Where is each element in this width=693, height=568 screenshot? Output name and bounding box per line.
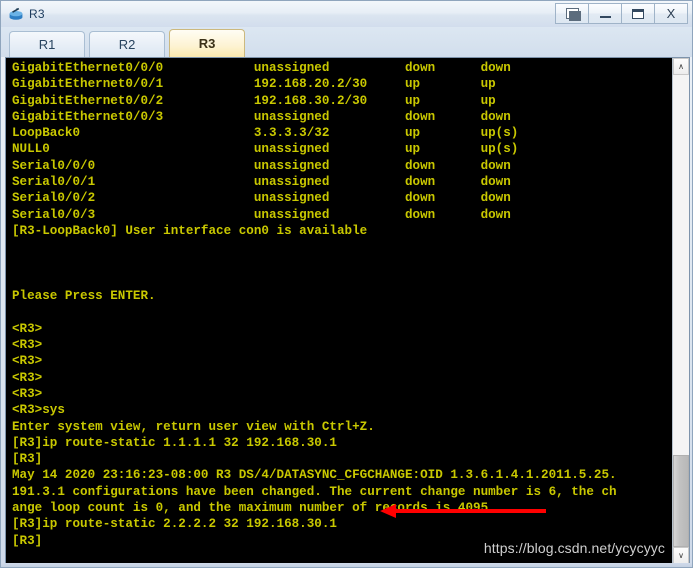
window-controls: X	[555, 3, 688, 24]
terminal-line: <R3>	[12, 354, 43, 369]
terminal-line: Serial0/0/2 unassigned down down	[12, 191, 511, 206]
tab-r3-label: R3	[198, 36, 216, 51]
window-bottom-edge	[1, 563, 692, 567]
tab-r2-label: R2	[118, 37, 136, 52]
emulator-window: R3 X R1 R2 R3 GigabitEthernet0/0/0 unass…	[0, 0, 693, 568]
tab-r1-label: R1	[38, 37, 56, 52]
watermark: https://blog.csdn.net/ycycyyc	[483, 540, 665, 556]
terminal-line: ange loop count is 0, and the maximum nu…	[12, 501, 496, 516]
terminal-line: <R3>	[12, 386, 43, 401]
terminal-line: Enter system view, return user view with…	[12, 419, 375, 434]
maximize-button[interactable]	[621, 3, 655, 24]
terminal-line: GigabitEthernet0/0/3 unassigned down dow…	[12, 109, 511, 124]
terminal-line: [R3]	[12, 452, 43, 467]
terminal-line: [R3]ip route-static 2.2.2.2 32 192.168.3…	[12, 517, 337, 532]
scroll-up-button[interactable]: ∧	[673, 58, 689, 75]
terminal-line: Serial0/0/0 unassigned down down	[12, 158, 511, 173]
restore-button[interactable]	[555, 3, 589, 24]
terminal-scrollbar[interactable]: ∧ ∨	[672, 58, 689, 564]
terminal-line: GigabitEthernet0/0/2 192.168.30.2/30 up …	[12, 93, 496, 108]
terminal-panel: GigabitEthernet0/0/0 unassigned down dow…	[5, 57, 690, 565]
terminal-line: GigabitEthernet0/0/0 unassigned down dow…	[12, 61, 511, 75]
terminal-line: Please Press ENTER.	[12, 289, 156, 304]
title-bar: R3 X	[1, 1, 692, 27]
terminal-line: NULL0 unassigned up up(s)	[12, 142, 519, 157]
minimize-icon	[599, 16, 611, 18]
maximize-icon	[632, 8, 644, 19]
close-button[interactable]: X	[654, 3, 688, 24]
tab-r1[interactable]: R1	[9, 31, 85, 57]
minimize-button[interactable]	[588, 3, 622, 24]
tab-strip: R1 R2 R3	[1, 27, 692, 57]
terminal-line: May 14 2020 23:16:23-08:00 R3 DS/4/DATAS…	[12, 468, 617, 483]
chevron-down-icon: ∨	[678, 551, 684, 560]
scrollbar-thumb[interactable]	[673, 455, 689, 547]
close-icon: X	[666, 6, 676, 21]
terminal-output[interactable]: GigabitEthernet0/0/0 unassigned down dow…	[6, 58, 673, 564]
terminal-line: [R3]ip route-static 1.1.1.1 32 192.168.3…	[12, 435, 337, 450]
terminal-line: Serial0/0/1 unassigned down down	[12, 175, 511, 190]
terminal-line: <R3>	[12, 338, 43, 353]
router-icon	[7, 5, 25, 23]
terminal-line: [R3-LoopBack0] User interface con0 is av…	[12, 223, 368, 238]
tab-r3[interactable]: R3	[169, 29, 245, 57]
terminal-line: <R3>	[12, 370, 43, 385]
tab-r2[interactable]: R2	[89, 31, 165, 57]
terminal-line: LoopBack0 3.3.3.3/32 up up(s)	[12, 126, 519, 141]
terminal-line: <R3>sys	[12, 403, 65, 418]
scrollbar-track[interactable]	[673, 75, 689, 547]
arrow-shaft	[394, 509, 546, 513]
terminal-line: 191.3.1 configurations have been changed…	[12, 484, 617, 499]
scroll-down-button[interactable]: ∨	[673, 547, 689, 564]
terminal-line: Serial0/0/3 unassigned down down	[12, 207, 511, 222]
terminal-line: GigabitEthernet0/0/1 192.168.20.2/30 up …	[12, 77, 496, 92]
terminal-line: <R3>	[12, 321, 43, 336]
chevron-up-icon: ∧	[678, 62, 684, 71]
restore-icon	[565, 8, 581, 21]
window-title: R3	[29, 7, 45, 21]
